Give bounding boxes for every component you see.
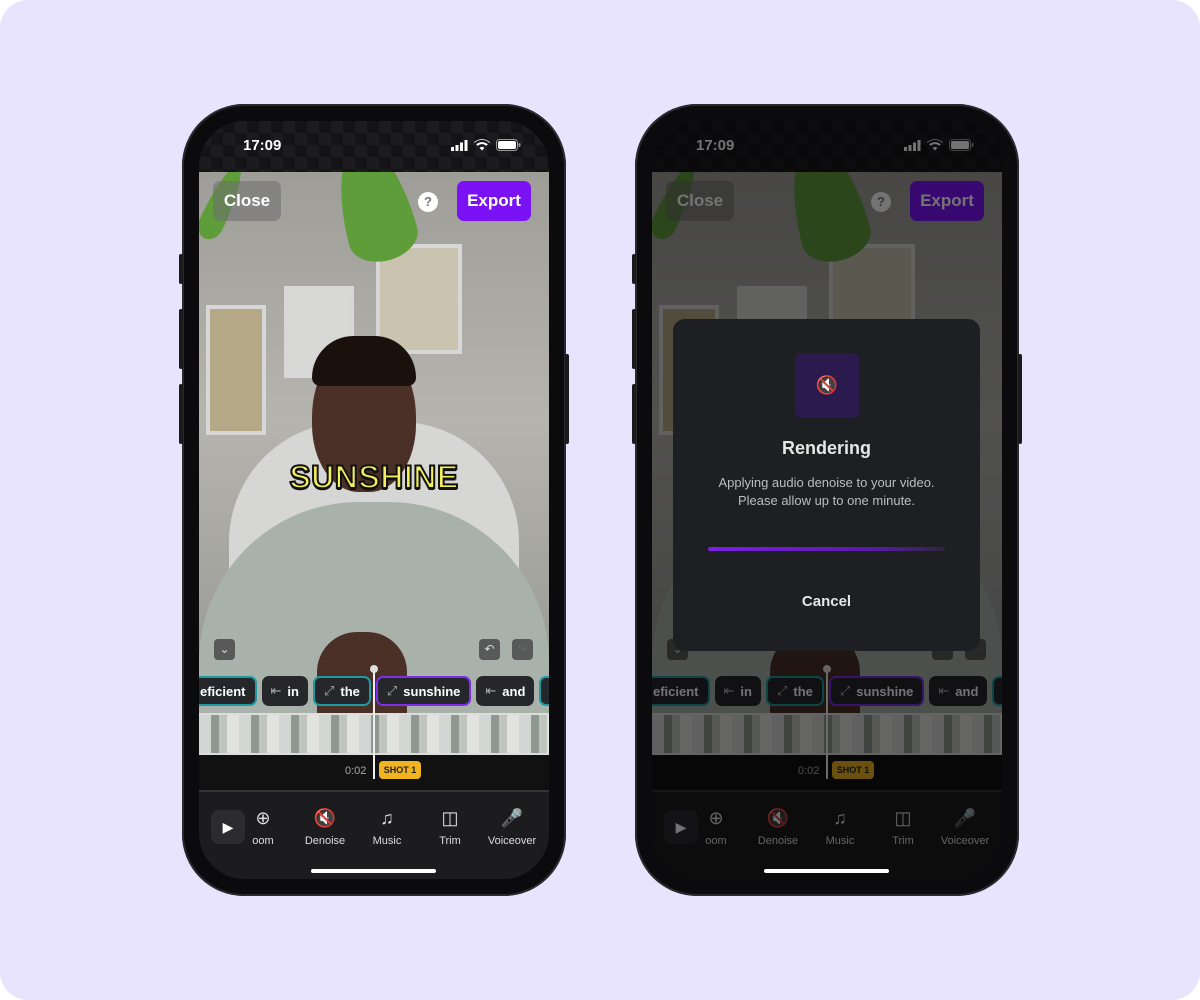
shot-badge[interactable]: SHOT 1 — [379, 761, 421, 779]
word-chip[interactable]: ⤢vitan — [539, 676, 549, 706]
redo-icon[interactable]: ↷ — [512, 639, 533, 660]
video-caption: SUNSHINE — [288, 458, 459, 496]
close-button[interactable]: Close — [213, 181, 281, 221]
word-chip[interactable]: ⤢ the — [312, 676, 371, 706]
rendering-modal: 🔇 Rendering Applying audio denoise to your… — [673, 319, 980, 651]
word-chip[interactable]: ⤢ sunshine — [375, 676, 472, 706]
zoom-in-icon: ⊕ — [255, 808, 271, 828]
denoise-icon: 🔇 — [795, 353, 859, 418]
progress-bar — [708, 547, 945, 551]
tool-denoise[interactable]: 🔇Denoise — [293, 808, 357, 847]
word-text: sunshine — [403, 683, 461, 699]
modal-line1: Applying audio denoise to your video. — [718, 475, 935, 490]
status-bar: 17:09 — [199, 121, 549, 172]
speaker-mute-icon: 🔇 — [313, 808, 337, 828]
word-chip[interactable]: ⇤ and — [476, 676, 535, 706]
expand-icon: ⤢ — [323, 683, 335, 698]
tool-zoom[interactable]: ⊕oom — [231, 808, 295, 847]
screen: SUNSHINE 17:09 Close ? Export ⌄ ↶ ↷ efic… — [652, 121, 1002, 879]
word-chip[interactable]: eficient — [199, 676, 257, 706]
tool-music[interactable]: ♫Music — [355, 808, 419, 847]
timestamp: 0:02 — [345, 765, 367, 777]
word-text: the — [340, 683, 360, 699]
word-chip[interactable]: ⇤ in — [261, 676, 308, 706]
tool-voiceover[interactable]: 🎤Voiceover — [480, 808, 544, 847]
help-icon[interactable]: ? — [418, 192, 438, 212]
status-time: 17:09 — [243, 137, 282, 154]
wifi-icon — [474, 139, 490, 151]
arrow-left-bar-icon: ⇤ — [485, 683, 497, 698]
modal-title: Rendering — [781, 438, 871, 458]
home-indicator — [311, 869, 436, 873]
undo-icon[interactable]: ↶ — [479, 639, 500, 660]
word-text: eficient — [200, 683, 246, 699]
background — [0, 0, 1200, 1000]
home-indicator — [764, 869, 889, 873]
modal-line2: Please allow up to one minute. — [737, 493, 916, 508]
modal-message: Applying audio denoise to your video. Ple… — [673, 474, 980, 510]
word-chips: eficient ⇤ in ⤢ the ⤢ sunshine ⇤ and ⤢vitan — [199, 676, 549, 706]
phone-rendering: SUNSHINE 17:09 Close ? Export ⌄ ↶ ↷ efic… — [632, 104, 1022, 896]
playhead[interactable] — [373, 669, 375, 779]
export-button[interactable]: Export — [457, 181, 531, 221]
trim-icon: ◫ — [441, 808, 459, 828]
music-note-icon: ♫ — [380, 808, 394, 828]
microphone-icon: 🎤 — [500, 808, 524, 828]
tool-trim[interactable]: ◫Trim — [418, 808, 482, 847]
playhead-handle[interactable] — [370, 665, 378, 673]
toolbar: ▶ ⊕oom 🔇Denoise ♫Music ◫Trim 🎤Voiceover — [199, 790, 549, 879]
screen: SUNSHINE 17:09 Close ? Export ⌄ ↶ ↷ efic… — [199, 121, 549, 879]
signal-icon — [451, 139, 468, 151]
expand-icon: ⤢ — [386, 683, 398, 698]
arrow-left-bar-icon: ⇤ — [270, 683, 282, 698]
progress-fill — [708, 547, 945, 551]
collapse-chevron-icon[interactable]: ⌄ — [214, 639, 235, 660]
phone-editor: SUNSHINE 17:09 Close ? Export ⌄ ↶ ↷ efic… — [179, 104, 569, 896]
word-text: and — [502, 683, 526, 699]
word-text: in — [287, 683, 299, 699]
battery-icon — [496, 139, 521, 151]
cancel-button[interactable]: Cancel — [773, 589, 880, 615]
